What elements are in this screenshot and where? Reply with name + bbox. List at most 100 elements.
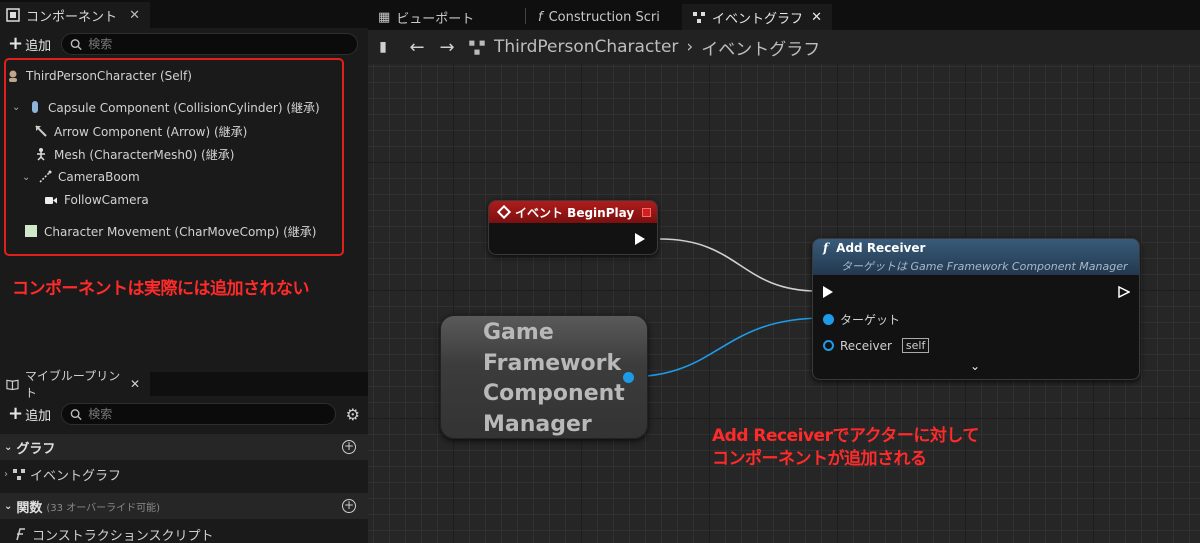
tab-components[interactable]: コンポーネント ✕ bbox=[0, 2, 150, 28]
components-toolbar: + 追加 bbox=[0, 30, 368, 58]
tree-item-label: Mesh (CharacterMesh0) (継承) bbox=[54, 147, 235, 162]
tab-components-label: コンポーネント bbox=[26, 9, 118, 25]
section-functions-label: 関数 bbox=[16, 500, 43, 516]
book-icon bbox=[6, 379, 19, 391]
tree-item-label: Character Movement (CharMoveComp) (継承) bbox=[44, 224, 317, 239]
graph-annotation-line2: コンポーネントが追加される bbox=[712, 449, 927, 469]
breadcrumb-separator: › bbox=[686, 37, 694, 57]
character-icon bbox=[9, 70, 17, 82]
forward-arrow-icon[interactable]: → bbox=[432, 30, 462, 64]
section-graphs[interactable]: ⌄ グラフ + bbox=[0, 434, 368, 460]
delegate-pin-icon[interactable] bbox=[642, 207, 651, 217]
graph-icon bbox=[693, 12, 705, 23]
add-function-icon[interactable]: + bbox=[342, 499, 356, 513]
spring-arm-icon bbox=[39, 170, 52, 183]
tab-viewport[interactable]: ▦ ビューポート bbox=[368, 4, 518, 30]
tree-item-self[interactable]: ThirdPersonCharacter (Self) bbox=[6, 66, 192, 86]
tab-viewport-label: ビューポート bbox=[396, 11, 475, 27]
capsule-icon bbox=[32, 101, 38, 113]
event-begin-play-node[interactable]: イベント BeginPlay bbox=[488, 200, 658, 255]
tree-item-followcamera[interactable]: FollowCamera bbox=[44, 190, 149, 210]
target-pin[interactable]: ターゲット bbox=[823, 311, 900, 328]
object-out-pin-icon[interactable] bbox=[623, 372, 634, 383]
viewport-icon: ▦ bbox=[378, 9, 391, 25]
game-framework-component-manager-node[interactable]: Game Framework Component Manager bbox=[440, 315, 648, 439]
components-icon bbox=[6, 8, 20, 22]
chevron-down-icon[interactable]: ⌄ bbox=[12, 102, 22, 113]
graph-item-event-graph[interactable]: › イベントグラフ bbox=[4, 464, 121, 484]
functions-override-count: (33 オーバーライド可能) bbox=[46, 502, 161, 514]
plus-icon: + bbox=[8, 403, 24, 424]
event-node-header: イベント BeginPlay bbox=[489, 201, 657, 223]
tree-item-label: Capsule Component (CollisionCylinder) (継… bbox=[48, 100, 320, 115]
tab-my-blueprint-label: マイブループリント bbox=[24, 369, 121, 400]
exec-out-pin-icon[interactable] bbox=[635, 233, 645, 245]
graph-annotation-line1: Add Receiverでアクターに対して bbox=[712, 426, 979, 446]
add-member-button[interactable]: + 追加 bbox=[4, 403, 55, 425]
target-pin-label: ターゲット bbox=[840, 313, 901, 327]
graph-icon bbox=[13, 469, 25, 480]
exec-out-pin-icon[interactable] bbox=[1118, 286, 1130, 298]
chevron-right-icon[interactable]: › bbox=[4, 469, 8, 480]
back-arrow-icon[interactable]: ← bbox=[402, 30, 432, 64]
tab-my-blueprint[interactable]: マイブループリント ✕ bbox=[0, 369, 150, 400]
gear-icon[interactable]: ⚙ bbox=[346, 405, 360, 424]
tree-item-label: FollowCamera bbox=[64, 193, 149, 207]
components-annotation: コンポーネントは実際には追加されない bbox=[12, 279, 310, 299]
receiver-default-value[interactable]: self bbox=[901, 338, 930, 353]
add-graph-icon[interactable]: + bbox=[342, 440, 356, 454]
arrow-icon bbox=[35, 125, 47, 137]
search-icon bbox=[70, 408, 82, 420]
add-receiver-node[interactable]: f Add Receiver ターゲットは Game Framework Com… bbox=[812, 238, 1140, 380]
tab-event-graph[interactable]: イベントグラフ ✕ bbox=[682, 4, 832, 30]
tree-item-capsule[interactable]: ⌄ Capsule Component (CollisionCylinder) … bbox=[12, 97, 320, 117]
tree-item-label: ThirdPersonCharacter (Self) bbox=[26, 69, 192, 83]
search-input[interactable] bbox=[88, 37, 357, 51]
skeleton-icon bbox=[37, 148, 45, 161]
bookmark-icon[interactable]: ▮ bbox=[368, 30, 398, 64]
receiver-pin[interactable]: Receiver self bbox=[823, 338, 930, 353]
components-tabbar: コンポーネント ✕ bbox=[0, 0, 368, 28]
section-functions[interactable]: ⌄ 関数 (33 オーバーライド可能) + bbox=[0, 493, 368, 519]
add-component-label: 追加 bbox=[25, 38, 52, 54]
chevron-down-icon[interactable]: ⌄ bbox=[22, 172, 32, 183]
breadcrumb-leaf[interactable]: イベントグラフ bbox=[701, 35, 820, 60]
event-node-title: イベント BeginPlay bbox=[515, 205, 635, 220]
my-blueprint-tabbar: マイブループリント ✕ bbox=[0, 369, 368, 400]
exec-in-pin-icon[interactable] bbox=[823, 286, 833, 298]
my-blueprint-toolbar: + 追加 ⚙ bbox=[0, 400, 368, 428]
function-node-header: f Add Receiver ターゲットは Game Framework Com… bbox=[813, 239, 1139, 275]
tree-item-arrow[interactable]: Arrow Component (Arrow) (継承) bbox=[34, 121, 247, 141]
add-component-button[interactable]: + 追加 bbox=[4, 33, 55, 55]
breadcrumb-root[interactable]: ThirdPersonCharacter bbox=[494, 37, 678, 57]
tree-item-movement[interactable]: Character Movement (CharMoveComp) (継承) bbox=[24, 221, 316, 241]
close-icon[interactable]: ✕ bbox=[129, 8, 140, 23]
function-icon bbox=[16, 528, 25, 541]
chevron-down-icon: ⌄ bbox=[4, 500, 13, 512]
object-pin-icon bbox=[823, 314, 834, 325]
function-icon: f bbox=[823, 241, 829, 255]
close-icon[interactable]: ✕ bbox=[130, 377, 140, 391]
tree-item-label: Arrow Component (Arrow) (継承) bbox=[54, 124, 248, 139]
tree-item-mesh[interactable]: Mesh (CharacterMesh0) (継承) bbox=[34, 144, 234, 164]
function-item-label: コンストラクションスクリプト bbox=[32, 528, 214, 543]
expand-chevron-icon[interactable]: ⌄ bbox=[970, 359, 980, 373]
close-icon[interactable]: ✕ bbox=[811, 10, 822, 25]
my-blueprint-search[interactable] bbox=[61, 403, 336, 425]
tab-construction-script[interactable]: f Construction Scri bbox=[528, 4, 678, 30]
movement-icon bbox=[25, 225, 37, 237]
event-diamond-icon bbox=[496, 204, 512, 220]
search-icon bbox=[70, 38, 82, 50]
search-input[interactable] bbox=[88, 407, 335, 421]
receiver-pin-label: Receiver bbox=[840, 338, 892, 353]
function-item-construction[interactable]: コンストラクションスクリプト bbox=[14, 524, 213, 543]
object-pin-empty-icon bbox=[823, 340, 834, 351]
plus-icon: + bbox=[8, 33, 24, 54]
tab-construction-label: Construction Scri bbox=[548, 9, 660, 25]
graph-toolbar: ▮ ← → ThirdPersonCharacter › イベントグラフ bbox=[368, 30, 1200, 64]
function-node-subtitle: ターゲットは Game Framework Component Manager bbox=[841, 260, 1128, 273]
tab-event-graph-label: イベントグラフ bbox=[712, 11, 804, 27]
components-search[interactable] bbox=[61, 33, 358, 55]
camera-icon bbox=[45, 197, 57, 204]
tree-item-cameraboom[interactable]: ⌄ CameraBoom bbox=[22, 167, 140, 187]
